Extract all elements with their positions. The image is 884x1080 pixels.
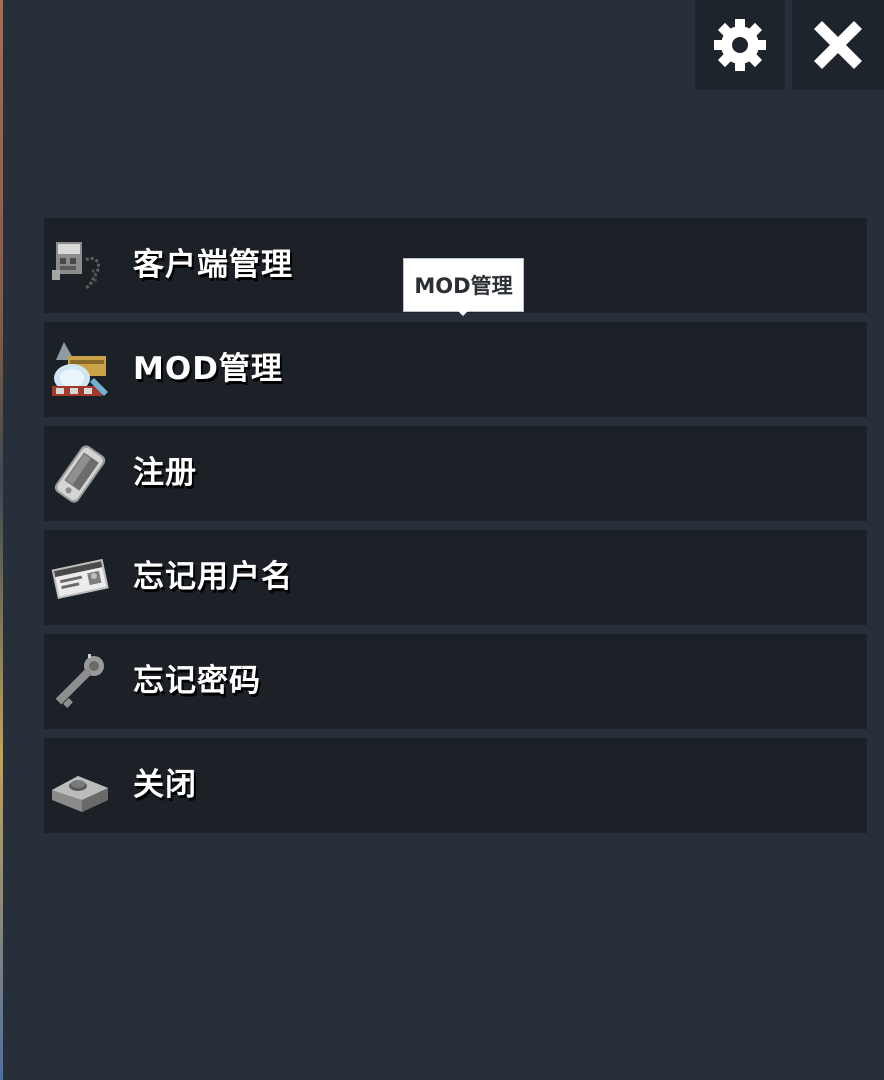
menu-item-label: 忘记用户名 xyxy=(133,559,293,595)
menu-item-register[interactable]: 注册 xyxy=(44,426,867,521)
menu-item-close[interactable]: 关闭 xyxy=(44,738,867,833)
menu-item-label: 忘记密码 xyxy=(133,663,261,699)
tooltip: MOD管理 xyxy=(403,258,524,312)
background-edge xyxy=(0,0,3,1080)
menu-item-forgot-password[interactable]: 忘记密码 xyxy=(44,634,867,729)
mod-tools-icon xyxy=(48,338,112,402)
close-button[interactable] xyxy=(792,0,884,90)
phone-icon xyxy=(48,442,112,506)
menu-item-label: 关闭 xyxy=(133,767,197,803)
client-device-icon xyxy=(48,234,112,298)
client-menu-panel: MOD管理 客户端管理 MOD管理 注册 忘记用户名 忘记密码 关闭 xyxy=(0,0,884,1080)
menu-item-label: 注册 xyxy=(133,455,197,491)
power-button-icon xyxy=(48,754,112,818)
menu-item-label: 客户端管理 xyxy=(133,247,293,283)
menu-item-forgot-username[interactable]: 忘记用户名 xyxy=(44,530,867,625)
id-card-icon xyxy=(48,546,112,610)
gear-icon xyxy=(712,17,768,73)
menu-item-label: MOD管理 xyxy=(133,351,283,387)
tooltip-arrow xyxy=(458,311,468,316)
close-icon xyxy=(810,17,866,73)
settings-button[interactable] xyxy=(695,0,785,90)
menu-item-mod-management[interactable]: MOD管理 xyxy=(44,322,867,417)
key-icon xyxy=(48,650,112,714)
